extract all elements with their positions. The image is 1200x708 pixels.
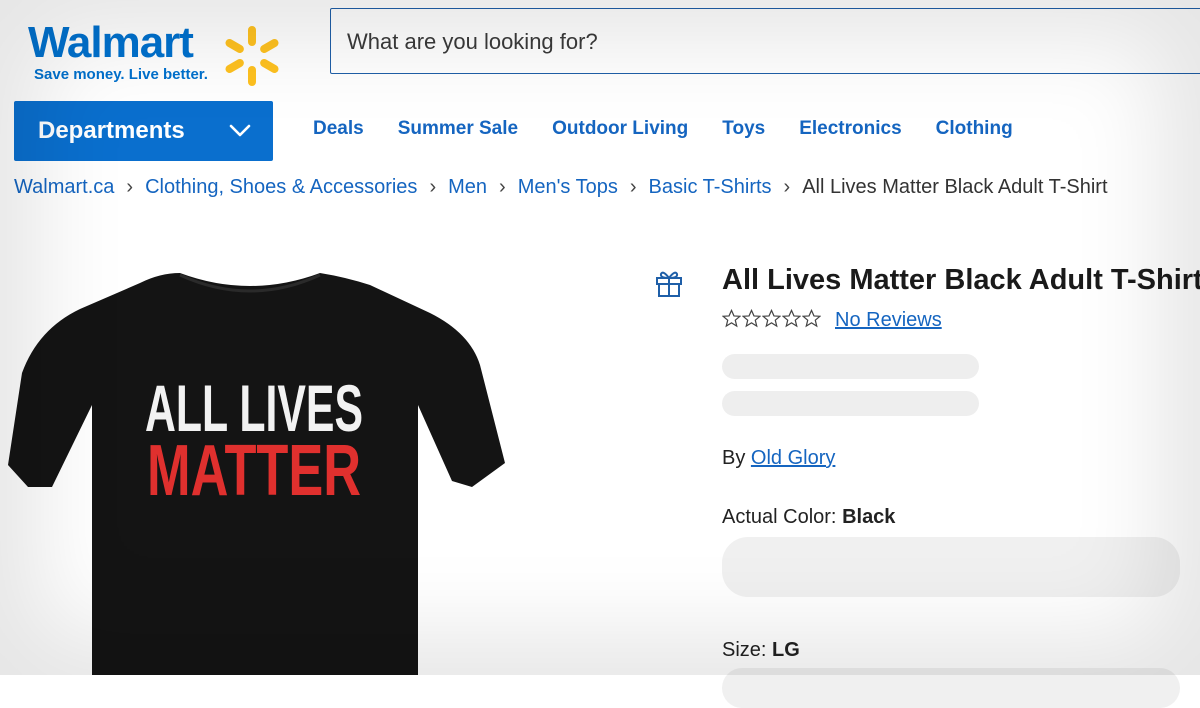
breadcrumb-link-men[interactable]: Men — [448, 176, 487, 199]
chevron-right-icon: › — [499, 176, 506, 198]
star-outline-icon — [762, 309, 781, 328]
breadcrumb: Walmart.ca › Clothing, Shoes & Accessori… — [14, 176, 1108, 199]
star-outline-icon — [782, 309, 801, 328]
print-line-2: MATTER — [147, 431, 361, 511]
nav-link-summer-sale[interactable]: Summer Sale — [398, 118, 518, 140]
breadcrumb-link-clothing[interactable]: Clothing, Shoes & Accessories — [145, 176, 417, 199]
logo-wordmark: Walmart — [28, 18, 194, 67]
nav-link-clothing[interactable]: Clothing — [936, 118, 1013, 140]
breadcrumb-current: All Lives Matter Black Adult T-Shirt — [802, 176, 1108, 198]
brand-line: By Old Glory — [722, 447, 835, 470]
size-selector-placeholder[interactable] — [722, 668, 1180, 708]
rating-stars — [722, 309, 821, 328]
star-outline-icon — [802, 309, 821, 328]
chevron-right-icon: › — [629, 176, 637, 198]
star-outline-icon — [722, 309, 741, 328]
size-label: Size: — [722, 639, 767, 661]
search-input[interactable] — [345, 9, 1169, 75]
size-row: Size: LG — [722, 639, 800, 662]
walmart-spark-icon — [225, 26, 279, 86]
breadcrumb-link-home[interactable]: Walmart.ca — [14, 176, 114, 199]
brand-link[interactable]: Old Glory — [751, 447, 835, 469]
star-outline-icon — [742, 309, 761, 328]
departments-label: Departments — [38, 117, 185, 144]
color-value: Black — [842, 506, 896, 528]
chevron-right-icon: › — [126, 176, 134, 198]
product-title: All Lives Matter Black Adult T-Shirt — [722, 264, 1200, 296]
breadcrumb-link-basic-tshirts[interactable]: Basic T-Shirts — [649, 176, 772, 199]
size-value: LG — [772, 639, 800, 661]
chevron-down-icon — [229, 124, 251, 137]
nav-link-electronics[interactable]: Electronics — [799, 118, 901, 140]
departments-button[interactable]: Departments — [14, 101, 273, 161]
color-label: Actual Color: — [722, 506, 837, 528]
color-swatch-placeholder[interactable] — [722, 537, 1180, 597]
logo-tagline: Save money. Live better. — [34, 66, 208, 83]
product-image[interactable]: ALL LIVES MATTER — [0, 255, 520, 675]
gift-icon[interactable] — [655, 268, 683, 298]
nav-link-toys[interactable]: Toys — [722, 118, 765, 140]
nav-link-outdoor-living[interactable]: Outdoor Living — [552, 118, 688, 140]
nav-link-deals[interactable]: Deals — [313, 118, 364, 140]
chevron-right-icon: › — [429, 176, 437, 198]
walmart-logo[interactable]: Walmart Save money. Live better. — [24, 16, 294, 86]
reviews-link[interactable]: No Reviews — [835, 309, 942, 332]
top-nav: Deals Summer Sale Outdoor Living Toys El… — [313, 118, 1013, 140]
by-label: By — [722, 447, 746, 469]
price-placeholder — [722, 354, 979, 379]
breadcrumb-link-mens-tops[interactable]: Men's Tops — [518, 176, 618, 199]
price-placeholder — [722, 391, 979, 416]
search-bar[interactable] — [330, 8, 1200, 75]
color-row: Actual Color: Black — [722, 506, 895, 529]
chevron-right-icon: › — [783, 176, 791, 198]
